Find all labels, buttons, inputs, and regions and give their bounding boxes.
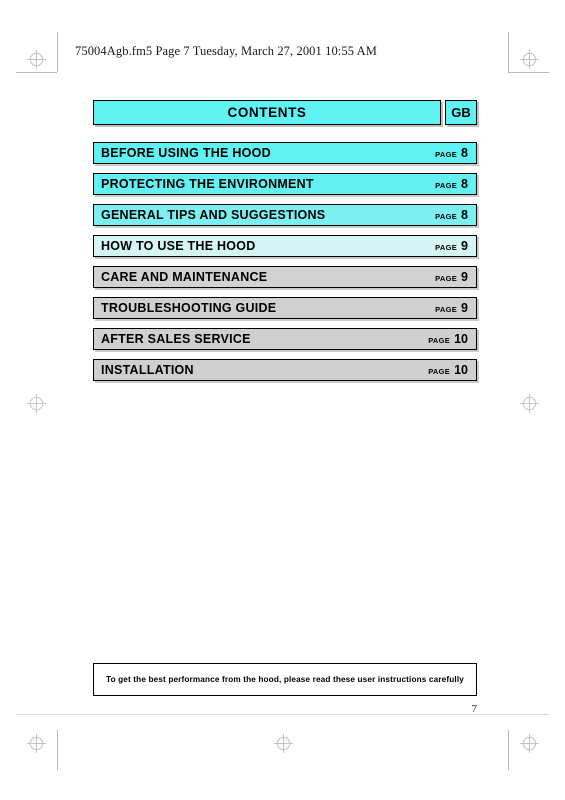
crop-rule-top-right-vertical — [508, 32, 509, 72]
toc-page-word: PAGE — [435, 274, 458, 283]
toc-page-number: 10 — [454, 332, 468, 346]
toc-entry-page: PAGE 9 — [435, 301, 468, 315]
registration-mark-bottom-center — [274, 734, 293, 753]
registration-mark-top-right — [520, 50, 539, 69]
toc-entry-label: TROUBLESHOOTING GUIDE — [101, 301, 277, 315]
toc-page-word: PAGE — [435, 150, 458, 159]
page-title: CONTENTS — [227, 105, 307, 120]
toc-entry-page: PAGE 8 — [435, 208, 468, 222]
toc-entry-page: PAGE 8 — [435, 177, 468, 191]
toc-page-word: PAGE — [435, 243, 458, 252]
instruction-note-box: To get the best performance from the hoo… — [93, 663, 477, 696]
toc-page-word: PAGE — [435, 305, 458, 314]
registration-mark-middle-right — [520, 394, 539, 413]
toc-row[interactable]: INSTALLATION PAGE 10 — [93, 359, 477, 381]
page-folio-number: 7 — [471, 703, 478, 715]
registration-mark-top-left — [27, 50, 46, 69]
toc-entry-label: BEFORE USING THE HOOD — [101, 146, 271, 160]
toc-entry-label: AFTER SALES SERVICE — [101, 332, 251, 346]
document-page: 75004Agb.fm5 Page 7 Tuesday, March 27, 2… — [0, 0, 565, 800]
toc-page-number: 8 — [461, 177, 468, 191]
toc-page-word: PAGE — [428, 336, 451, 345]
toc-entry-page: PAGE 9 — [435, 239, 468, 253]
toc-row[interactable]: BEFORE USING THE HOOD PAGE 8 — [93, 142, 477, 164]
contents-title-bar: CONTENTS — [93, 100, 441, 125]
page-baseline-rule — [16, 714, 549, 715]
toc-entry-page: PAGE 10 — [428, 363, 468, 377]
toc-entry-page: PAGE 10 — [428, 332, 468, 346]
toc-page-number: 9 — [461, 270, 468, 284]
toc-row[interactable]: GENERAL TIPS AND SUGGESTIONS PAGE 8 — [93, 204, 477, 226]
toc-page-word: PAGE — [428, 367, 451, 376]
crop-rule-top-left-horizontal — [16, 72, 57, 73]
toc-page-number: 9 — [461, 239, 468, 253]
toc-entry-label: CARE AND MAINTENANCE — [101, 270, 268, 284]
toc-page-number: 9 — [461, 301, 468, 315]
toc-page-number: 8 — [461, 208, 468, 222]
toc-entry-label: PROTECTING THE ENVIRONMENT — [101, 177, 314, 191]
toc-entry-page: PAGE 9 — [435, 270, 468, 284]
registration-mark-bottom-left — [27, 734, 46, 753]
crop-rule-bottom-right-vertical — [508, 730, 509, 770]
toc-row[interactable]: HOW TO USE THE HOOD PAGE 9 — [93, 235, 477, 257]
toc-entry-page: PAGE 8 — [435, 146, 468, 160]
toc-page-number: 8 — [461, 146, 468, 160]
registration-mark-middle-left — [27, 394, 46, 413]
contents-title-row: CONTENTS GB — [93, 100, 477, 125]
crop-rule-top-right-horizontal — [508, 72, 549, 73]
toc-entry-label: INSTALLATION — [101, 363, 194, 377]
crop-rule-bottom-left-vertical — [57, 730, 58, 770]
registration-mark-bottom-right — [520, 734, 539, 753]
toc-row[interactable]: CARE AND MAINTENANCE PAGE 9 — [93, 266, 477, 288]
instruction-note-text: To get the best performance from the hoo… — [106, 675, 464, 684]
toc-row[interactable]: PROTECTING THE ENVIRONMENT PAGE 8 — [93, 173, 477, 195]
toc-page-number: 10 — [454, 363, 468, 377]
crop-rule-top-left-vertical — [57, 32, 58, 72]
running-header: 75004Agb.fm5 Page 7 Tuesday, March 27, 2… — [75, 44, 377, 58]
contents-block: CONTENTS GB BEFORE USING THE HOOD PAGE 8 PR… — [93, 100, 477, 390]
toc-row[interactable]: TROUBLESHOOTING GUIDE PAGE 9 — [93, 297, 477, 319]
toc-row[interactable]: AFTER SALES SERVICE PAGE 10 — [93, 328, 477, 350]
toc-page-word: PAGE — [435, 212, 458, 221]
toc-entry-label: GENERAL TIPS AND SUGGESTIONS — [101, 208, 326, 222]
language-badge: GB — [445, 100, 477, 125]
toc-page-word: PAGE — [435, 181, 458, 190]
toc-entry-label: HOW TO USE THE HOOD — [101, 239, 256, 253]
contents-entry-list: BEFORE USING THE HOOD PAGE 8 PROTECTING THE… — [93, 142, 477, 381]
